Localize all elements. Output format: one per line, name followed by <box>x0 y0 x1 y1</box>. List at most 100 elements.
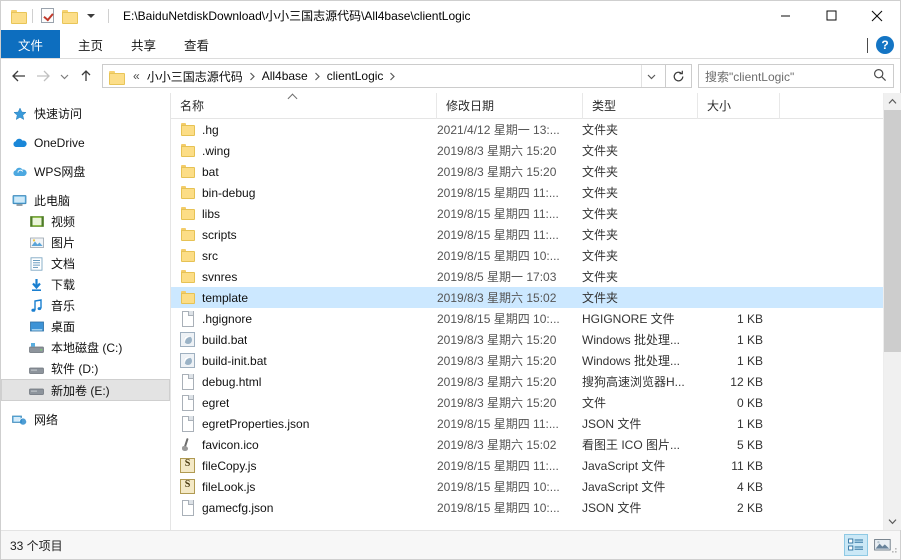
table-row[interactable]: src 2019/8/15 星期四 10:... 文件夹 <box>171 245 883 266</box>
back-icon[interactable] <box>7 63 31 89</box>
table-row[interactable]: fileCopy.js 2019/8/15 星期四 11:... JavaScrip… <box>171 455 883 476</box>
table-row[interactable]: svnres 2019/8/5 星期一 17:03 文件夹 <box>171 266 883 287</box>
sidebar-item-videos[interactable]: 视频 <box>1 211 170 232</box>
folder-icon[interactable] <box>7 5 29 27</box>
file-name-label: src <box>202 248 218 263</box>
table-row[interactable]: template 2019/8/3 星期六 15:02 文件夹 <box>171 287 883 308</box>
minimize-icon[interactable] <box>762 1 808 30</box>
refresh-icon[interactable] <box>666 64 692 88</box>
sidebar-item-label: OneDrive <box>34 135 85 150</box>
table-row[interactable]: build.bat 2019/8/3 星期六 15:20 Windows 批处理..… <box>171 329 883 350</box>
table-row[interactable]: libs 2019/8/15 星期四 11:... 文件夹 <box>171 203 883 224</box>
table-row[interactable]: debug.html 2019/8/3 星期六 15:20 搜狗高速浏览器H... 1… <box>171 371 883 392</box>
details-view-button[interactable] <box>844 534 868 556</box>
table-row[interactable]: bat 2019/8/3 星期六 15:20 文件夹 <box>171 161 883 182</box>
sidebar-item-network[interactable]: 网络 <box>1 409 170 430</box>
table-row[interactable]: build-init.bat 2019/8/3 星期六 15:20 Windows … <box>171 350 883 371</box>
table-row[interactable]: egretProperties.json 2019/8/15 星期四 11:...… <box>171 413 883 434</box>
help-icon[interactable]: ? <box>876 35 894 54</box>
cell-date: 2019/8/15 星期四 11:... <box>437 207 559 221</box>
table-row[interactable]: egret 2019/8/3 星期六 15:20 文件 0 KB <box>171 392 883 413</box>
table-row[interactable]: .hgignore 2019/8/15 星期四 10:... HGIGNORE 文件… <box>171 308 883 329</box>
close-icon[interactable] <box>854 1 900 30</box>
breadcrumb-chevron-icon-0[interactable] <box>249 72 256 81</box>
properties-icon[interactable] <box>36 5 58 27</box>
sidebar-item-downloads[interactable]: 下载 <box>1 274 170 295</box>
cell-type: Windows 批处理... <box>582 354 681 368</box>
tab-view[interactable]: 查看 <box>170 30 223 58</box>
file-icon <box>180 374 195 390</box>
cell-size: 1 KB <box>736 416 763 431</box>
column-header-date[interactable]: 修改日期 <box>436 92 582 119</box>
customize-chevron-icon[interactable] <box>80 5 102 27</box>
breadcrumb-chevron-icon-2[interactable] <box>389 72 396 81</box>
table-row[interactable]: favicon.ico 2019/8/3 星期六 15:02 看图王 ICO 图片.… <box>171 434 883 455</box>
scroll-up-icon[interactable] <box>883 93 901 110</box>
cell-date: 2019/8/15 星期四 10:... <box>437 249 560 263</box>
scrollbar-thumb[interactable] <box>883 110 901 352</box>
table-row[interactable]: .hg 2021/4/12 星期一 13:... 文件夹 <box>171 119 883 140</box>
column-header-size[interactable]: 大小 <box>697 92 779 119</box>
cell-type: 搜狗高速浏览器H... <box>582 375 685 389</box>
file-name-label: template <box>202 290 249 305</box>
sidebar-item-desktop[interactable]: 桌面 <box>1 316 170 337</box>
sidebar-item-music[interactable]: 音乐 <box>1 295 170 316</box>
table-row[interactable]: fileLook.js 2019/8/15 星期四 10:... JavaScrip… <box>171 476 883 497</box>
vertical-scrollbar[interactable] <box>883 93 901 530</box>
sidebar-item-new-volume-e[interactable]: 新加卷 (E:) <box>1 379 170 401</box>
sidebar-item-wps-cloud[interactable]: WPS网盘 <box>1 161 170 182</box>
breadcrumb-item-0[interactable]: 小小三国志源代码 <box>144 67 246 86</box>
sidebar-item-software-d[interactable]: 软件 (D:) <box>1 358 170 379</box>
sidebar-item-this-pc[interactable]: 此电脑 <box>1 190 170 211</box>
sidebar-item-local-disk-c[interactable]: 本地磁盘 (C:) <box>1 337 170 358</box>
address-dropdown-icon[interactable] <box>641 65 661 87</box>
system-drive-icon <box>28 340 45 356</box>
column-header-name[interactable]: 名称 <box>171 93 436 119</box>
cell-type: 文件 <box>582 396 607 410</box>
cell-name: egret <box>171 395 436 411</box>
resize-grip[interactable] <box>888 543 898 557</box>
tab-file[interactable]: 文件 <box>1 30 61 58</box>
scroll-down-icon[interactable] <box>883 513 901 530</box>
expand-ribbon-chevron-icon[interactable] <box>867 37 868 53</box>
breadcrumb-item-1[interactable]: All4base <box>259 68 311 84</box>
sidebar-item-pictures[interactable]: 图片 <box>1 232 170 253</box>
file-name-label: .hg <box>202 122 219 137</box>
cell-size: 5 KB <box>736 437 763 452</box>
bat-icon <box>180 332 195 347</box>
breadcrumb-overflow[interactable]: « <box>133 69 140 83</box>
folder-icon <box>180 290 195 305</box>
sidebar-item-documents[interactable]: 文档 <box>1 253 170 274</box>
title-bar: E:\BaiduNetdiskDownload\小小三国志源代码\All4bas… <box>1 1 900 30</box>
search-icon[interactable] <box>873 68 887 85</box>
up-icon[interactable] <box>74 63 98 89</box>
breadcrumb-item-2[interactable]: clientLogic <box>324 68 387 84</box>
maximize-icon[interactable] <box>808 1 854 30</box>
table-row[interactable]: scripts 2019/8/15 星期四 11:... 文件夹 <box>171 224 883 245</box>
forward-icon[interactable] <box>31 63 55 89</box>
tab-share[interactable]: 共享 <box>117 30 170 58</box>
window-title: E:\BaiduNetdiskDownload\小小三国志源代码\All4bas… <box>123 9 471 23</box>
sidebar-item-quick-access[interactable]: 快速访问 <box>1 103 170 124</box>
table-row[interactable]: .wing 2019/8/3 星期六 15:20 文件夹 <box>171 140 883 161</box>
cell-name: build.bat <box>171 332 436 347</box>
breadcrumb[interactable]: « 小小三国志源代码 All4base clientLogic <box>102 64 666 88</box>
new-folder-icon[interactable] <box>58 5 80 27</box>
cell-name: scripts <box>171 227 436 242</box>
tab-home[interactable]: 主页 <box>64 30 117 58</box>
scrollbar-track[interactable] <box>883 110 901 513</box>
sidebar-item-onedrive[interactable]: OneDrive <box>1 132 170 153</box>
network-icon <box>11 412 28 428</box>
ico-icon <box>180 437 195 452</box>
column-header-type[interactable]: 类型 <box>582 92 697 119</box>
recent-locations-chevron-icon[interactable] <box>55 63 74 89</box>
breadcrumb-chevron-icon-1[interactable] <box>314 72 321 81</box>
sidebar-item-label: 音乐 <box>51 299 76 313</box>
table-row[interactable]: bin-debug 2019/8/15 星期四 11:... 文件夹 <box>171 182 883 203</box>
cell-type: JavaScript 文件 <box>582 459 666 473</box>
search-input[interactable]: 搜索"clientLogic" <box>698 64 894 88</box>
table-row[interactable]: gamecfg.json 2019/8/15 星期四 10:... JSON 文件 2… <box>171 497 883 518</box>
cell-name: favicon.ico <box>171 437 436 452</box>
cell-size: 11 KB <box>731 458 763 473</box>
cell-type: 文件夹 <box>582 186 619 200</box>
